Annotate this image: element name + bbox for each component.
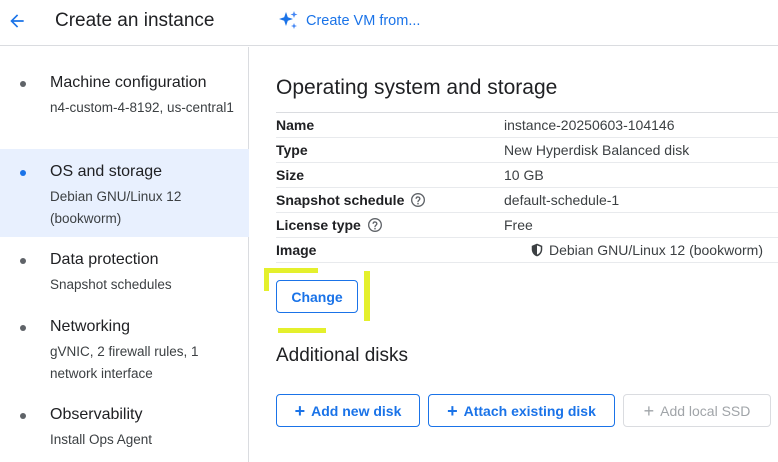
nav-item-subtitle: Install Ops Agent bbox=[50, 432, 153, 447]
detail-label-group: License type bbox=[276, 217, 383, 233]
detail-label-group: Snapshot schedule bbox=[276, 192, 426, 208]
step-navigation: Machine configuration n4-custom-4-8192, … bbox=[0, 47, 249, 462]
bullet-icon bbox=[20, 258, 26, 264]
back-button[interactable] bbox=[5, 9, 29, 33]
detail-row-snapshot-schedule: Snapshot schedule default-schedule-1 bbox=[276, 188, 778, 213]
nav-item-data-protection[interactable]: Data protection Snapshot schedules bbox=[0, 237, 249, 303]
detail-value: instance-20250603-104146 bbox=[504, 117, 675, 133]
detail-value: default-schedule-1 bbox=[504, 192, 620, 208]
nav-item-observability[interactable]: Observability Install Ops Agent bbox=[0, 389, 249, 462]
help-icon[interactable] bbox=[367, 217, 383, 233]
create-vm-from-label: Create VM from... bbox=[306, 13, 421, 29]
add-new-disk-button[interactable]: + Add new disk bbox=[276, 394, 420, 427]
detail-row-type: Type New Hyperdisk Balanced disk bbox=[276, 138, 778, 163]
bullet-icon bbox=[20, 325, 26, 331]
add-new-disk-label: Add new disk bbox=[311, 402, 402, 419]
nav-item-title: OS and storage bbox=[50, 163, 163, 180]
detail-row-size: Size 10 GB bbox=[276, 163, 778, 188]
detail-value: Debian GNU/Linux 12 (bookworm) bbox=[549, 242, 763, 258]
nav-item-networking[interactable]: Networking gVNIC, 2 firewall rules, 1 ne… bbox=[0, 303, 249, 389]
detail-value: New Hyperdisk Balanced disk bbox=[504, 142, 690, 158]
attach-existing-disk-label: Attach existing disk bbox=[463, 402, 596, 419]
bullet-icon bbox=[20, 81, 26, 87]
additional-disks-title: Additional disks bbox=[276, 345, 409, 366]
nav-item-subtitle: n4-custom-4-8192, us-central1 bbox=[50, 100, 234, 115]
nav-item-subtitle: gVNIC, 2 firewall rules, 1 network inter… bbox=[50, 344, 199, 381]
nav-item-subtitle: Snapshot schedules bbox=[50, 277, 172, 292]
highlight-mark bbox=[266, 268, 318, 273]
detail-value: 10 GB bbox=[504, 167, 544, 183]
nav-item-subtitle: Debian GNU/Linux 12 (bookworm) bbox=[50, 189, 182, 226]
nav-item-os-and-storage[interactable]: OS and storage Debian GNU/Linux 12 (book… bbox=[0, 149, 249, 237]
main-panel: Operating system and storage Name instan… bbox=[250, 47, 778, 462]
nav-item-title: Data protection bbox=[50, 251, 159, 268]
nav-item-title: Networking bbox=[50, 318, 131, 335]
detail-label: Image bbox=[276, 242, 317, 258]
detail-row-name: Name instance-20250603-104146 bbox=[276, 113, 778, 138]
page-title: Create an instance bbox=[55, 10, 215, 31]
bullet-icon bbox=[20, 170, 26, 176]
help-icon[interactable] bbox=[410, 192, 426, 208]
detail-label: License type bbox=[276, 217, 361, 233]
attach-existing-disk-button[interactable]: + Attach existing disk bbox=[428, 394, 615, 427]
highlight-mark bbox=[364, 271, 370, 321]
detail-label: Name bbox=[276, 117, 315, 133]
os-storage-details: Name instance-20250603-104146 Type New H… bbox=[276, 112, 778, 263]
plus-icon: + bbox=[643, 400, 655, 421]
add-local-ssd-button[interactable]: + Add local SSD bbox=[623, 394, 771, 427]
section-title: Operating system and storage bbox=[276, 76, 558, 99]
detail-label: Size bbox=[276, 167, 305, 183]
nav-item-title: Machine configuration bbox=[50, 74, 207, 91]
arrow-left-icon bbox=[10, 14, 24, 28]
plus-icon: + bbox=[447, 400, 458, 421]
sparkle-icon bbox=[279, 11, 298, 29]
add-local-ssd-label: Add local SSD bbox=[660, 402, 751, 419]
change-button[interactable]: Change bbox=[276, 280, 358, 313]
nav-item-machine-configuration[interactable]: Machine configuration n4-custom-4-8192, … bbox=[0, 47, 249, 149]
page-header: Create an instance Create VM from... bbox=[0, 0, 778, 46]
highlight-mark bbox=[278, 328, 326, 333]
plus-icon: + bbox=[294, 400, 306, 421]
bullet-icon bbox=[20, 413, 26, 419]
highlight-mark bbox=[264, 268, 269, 291]
create-vm-from-button[interactable]: Create VM from... bbox=[276, 9, 420, 33]
shield-icon bbox=[531, 243, 543, 257]
detail-row-image: Image Debian GNU/Linux 12 (bookworm) bbox=[276, 238, 778, 263]
detail-label: Snapshot schedule bbox=[276, 192, 405, 208]
nav-item-title: Observability bbox=[50, 406, 143, 423]
detail-value-group: Debian GNU/Linux 12 (bookworm) bbox=[530, 242, 763, 258]
detail-label: Type bbox=[276, 142, 308, 158]
detail-value: Free bbox=[504, 217, 533, 233]
detail-row-license-type: License type Free bbox=[276, 213, 778, 238]
